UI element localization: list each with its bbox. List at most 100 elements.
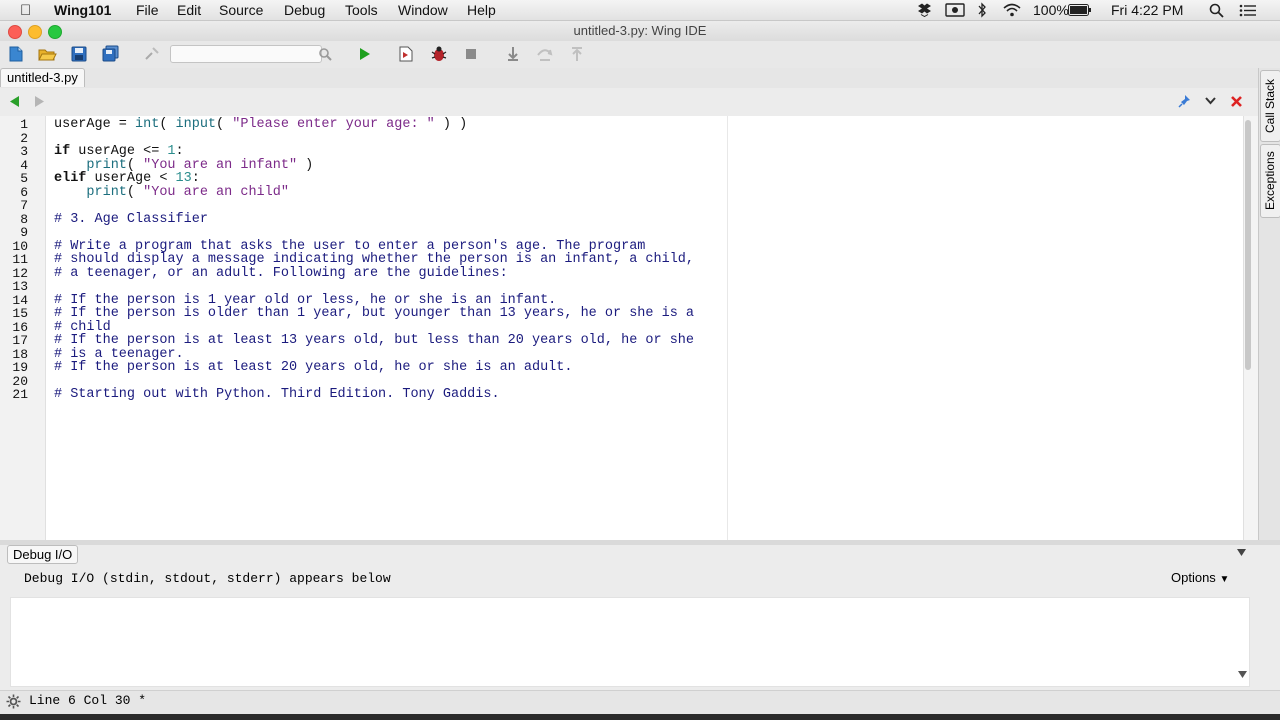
line-number[interactable]: 14 xyxy=(0,293,28,308)
menu-help[interactable]: Help xyxy=(467,2,496,18)
forward-arrow-icon[interactable] xyxy=(33,95,46,108)
wifi-icon[interactable] xyxy=(1002,3,1022,17)
step-over-icon[interactable] xyxy=(535,45,555,63)
call-stack-tab[interactable]: Call Stack xyxy=(1260,70,1280,142)
editor-file-tab[interactable]: untitled-3.py xyxy=(0,68,85,87)
editor-tab-strip xyxy=(0,68,1258,88)
toolbar-search-input[interactable] xyxy=(170,45,322,63)
screen-share-icon[interactable] xyxy=(945,3,965,17)
app-menu[interactable]: Wing101 xyxy=(54,2,111,18)
stop-icon[interactable] xyxy=(461,45,481,63)
line-number[interactable]: 12 xyxy=(0,266,28,281)
code-line[interactable]: userAge = int( input( "Please enter your… xyxy=(54,118,467,132)
line-number[interactable]: 3 xyxy=(0,145,28,159)
code-line[interactable]: # Write a program that asks the user to … xyxy=(54,239,645,254)
line-number[interactable]: 5 xyxy=(0,172,28,186)
debug-file-icon[interactable] xyxy=(396,45,416,63)
line-number[interactable]: 9 xyxy=(0,226,28,240)
open-folder-icon[interactable] xyxy=(37,45,57,63)
save-icon[interactable] xyxy=(69,45,89,63)
menu-window[interactable]: Window xyxy=(398,2,448,18)
battery-percent: 100% xyxy=(1033,2,1069,18)
menu-source[interactable]: Source xyxy=(219,2,263,18)
options-triangle-icon: ▼ xyxy=(1219,574,1230,585)
side-tool-tabs: Call Stack Exceptions xyxy=(1258,68,1280,540)
minimize-window-button[interactable] xyxy=(28,25,42,39)
back-arrow-icon[interactable] xyxy=(8,95,21,108)
status-bar xyxy=(0,690,1280,715)
line-number[interactable]: 10 xyxy=(0,239,28,254)
line-number[interactable]: 6 xyxy=(0,185,28,200)
code-line[interactable]: # 3. Age Classifier xyxy=(54,212,208,227)
bottom-edge xyxy=(0,714,1280,720)
save-all-icon[interactable] xyxy=(101,45,121,63)
window-titlebar: untitled-3.py: Wing IDE xyxy=(0,21,1280,41)
run-icon[interactable] xyxy=(354,45,374,63)
close-editor-icon[interactable] xyxy=(1230,95,1243,108)
toolbar xyxy=(0,41,1280,69)
close-window-button[interactable] xyxy=(8,25,22,39)
chevron-down-icon[interactable] xyxy=(1204,96,1217,106)
menu-edit[interactable]: Edit xyxy=(177,2,201,18)
bluetooth-icon[interactable] xyxy=(976,2,988,18)
line-number[interactable]: 1 xyxy=(0,118,28,132)
step-out-icon[interactable] xyxy=(567,45,587,63)
menu-file[interactable]: File xyxy=(136,2,159,18)
debug-io-output-area[interactable] xyxy=(10,597,1250,687)
zoom-window-button[interactable] xyxy=(48,25,62,39)
editor-scroll-thumb[interactable] xyxy=(1245,120,1251,370)
pane-menu-triangle-icon[interactable] xyxy=(1236,548,1247,557)
code-line[interactable]: # is a teenager. xyxy=(54,347,184,362)
pin-icon[interactable] xyxy=(1178,94,1192,108)
gear-icon[interactable] xyxy=(6,694,21,709)
code-line[interactable]: elif userAge < 13: xyxy=(54,172,200,186)
code-line[interactable]: # a teenager, or an adult. Following are… xyxy=(54,266,508,281)
options-menu-button[interactable]: Options ▼ xyxy=(1171,570,1229,585)
code-line[interactable]: print( "You are an infant" ) xyxy=(54,158,313,173)
apple-icon[interactable]:  xyxy=(20,2,31,19)
line-number[interactable]: 11 xyxy=(0,253,28,267)
window-title: untitled-3.py: Wing IDE xyxy=(573,23,707,38)
line-number[interactable]: 2 xyxy=(0,131,28,146)
line-number[interactable]: 19 xyxy=(0,361,28,375)
line-number[interactable]: 17 xyxy=(0,334,28,348)
code-line[interactable]: # If the person is at least 13 years old… xyxy=(54,334,694,348)
cursor-position-status: Line 6 Col 30 * xyxy=(29,693,147,708)
menu-tools[interactable]: Tools xyxy=(345,2,378,18)
line-number[interactable]: 4 xyxy=(0,158,28,173)
spotlight-search-icon[interactable] xyxy=(1209,3,1224,18)
line-number[interactable]: 13 xyxy=(0,280,28,294)
dropbox-icon[interactable] xyxy=(916,3,933,17)
line-number[interactable]: 16 xyxy=(0,320,28,335)
new-file-icon[interactable] xyxy=(6,45,26,63)
search-icon[interactable] xyxy=(316,45,336,63)
clock[interactable]: Fri 4:22 PM xyxy=(1111,2,1183,18)
debug-io-tab[interactable]: Debug I/O xyxy=(7,545,79,564)
editor-nav-bar xyxy=(0,88,1258,116)
code-line[interactable]: if userAge <= 1: xyxy=(54,145,184,159)
mac-menubar:  Wing101 File Edit Source Debug Tools W… xyxy=(0,0,1280,21)
code-line[interactable]: print( "You are an child" xyxy=(54,185,289,200)
debug-io-description: Debug I/O (stdin, stdout, stderr) appear… xyxy=(24,571,391,586)
code-line[interactable]: # Starting out with Python. Third Editio… xyxy=(54,388,500,402)
options-label: Options xyxy=(1171,570,1216,585)
code-line[interactable]: # should display a message indicating wh… xyxy=(54,253,694,267)
code-line[interactable]: # If the person is older than 1 year, bu… xyxy=(54,307,694,321)
line-number[interactable]: 15 xyxy=(0,307,28,321)
bug-icon[interactable] xyxy=(429,45,449,63)
line-number[interactable]: 21 xyxy=(0,388,28,402)
line-number[interactable]: 7 xyxy=(0,199,28,213)
notification-center-icon[interactable] xyxy=(1239,4,1257,17)
code-line[interactable]: # If the person is at least 20 years old… xyxy=(54,361,572,375)
battery-icon[interactable] xyxy=(1068,4,1092,16)
line-number[interactable]: 18 xyxy=(0,347,28,362)
menu-debug[interactable]: Debug xyxy=(284,2,325,18)
find-symbol-icon[interactable] xyxy=(142,45,162,63)
code-line[interactable]: # child xyxy=(54,320,111,335)
exceptions-tab[interactable]: Exceptions xyxy=(1260,144,1280,218)
line-number[interactable]: 20 xyxy=(0,374,28,389)
line-number[interactable]: 8 xyxy=(0,212,28,227)
scroll-down-icon[interactable] xyxy=(1237,670,1248,679)
code-line[interactable]: # If the person is 1 year old or less, h… xyxy=(54,293,556,308)
step-into-icon[interactable] xyxy=(503,45,523,63)
